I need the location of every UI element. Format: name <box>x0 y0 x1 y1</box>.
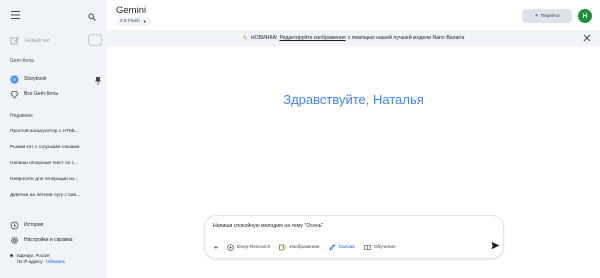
history-icon <box>10 221 19 229</box>
tool-image[interactable]: Изображение <box>279 244 320 251</box>
image-banana-icon <box>279 244 286 250</box>
gear-icon <box>11 236 18 244</box>
prompt-composer[interactable]: Напиши спокойную мелодию на тему "Осень"… <box>204 215 504 259</box>
location-info: Барнаул, Россия По IP-адресу · Обновить <box>10 253 65 265</box>
send-icon[interactable] <box>491 241 500 250</box>
location-update-link[interactable]: Обновить <box>46 259 65 264</box>
add-attachment-icon[interactable]: + <box>211 242 221 252</box>
new-chat-button[interactable] <box>88 34 102 46</box>
tool-learning[interactable]: Обучение <box>364 244 396 251</box>
tool-deep-research[interactable]: Deep Research <box>227 243 271 251</box>
sidebar-item-label: Все Gem-боты <box>24 91 58 97</box>
chevron-down-icon: ▼ <box>142 19 147 24</box>
gems-section-title: Gem-боты <box>10 58 34 64</box>
recent-chat-item[interactable]: Рыжий кот с голубыми глазами <box>10 145 102 150</box>
recent-section-title: Недавнее <box>10 113 33 119</box>
sparkle-icon: ✦ <box>534 13 539 19</box>
location-source: По IP-адресу <box>17 259 43 264</box>
sidebar-item-label: Storybook <box>24 76 47 82</box>
tool-label: Обучение <box>373 244 396 250</box>
banana-icon: ✎ <box>242 35 248 42</box>
location-city: Барнаул, Россия <box>17 253 50 258</box>
sidebar-item-label: Настройки и справка <box>24 237 73 243</box>
banner-prefix: НОВИНКА! <box>250 35 278 41</box>
canvas-icon <box>329 244 336 251</box>
search-icon[interactable] <box>88 8 102 22</box>
deep-research-icon <box>227 243 234 251</box>
sidebar-item-storybook[interactable]: Storybook <box>10 73 102 85</box>
greeting: Здравствуйте, Наталья <box>283 92 424 107</box>
upgrade-label: Перейти <box>540 13 560 19</box>
sidebar-item-settings[interactable]: Настройки и справка <box>10 234 102 246</box>
recent-chat-item[interactable]: Девочка на летнем лугу с баб... <box>10 193 102 198</box>
app-title: Gemini <box>116 5 147 16</box>
promo-banner: ✎ НОВИНКА! Редактируйте изображения с по… <box>107 30 600 46</box>
composer-tools: + Deep Research Изображение Canvas Обуче… <box>211 241 405 253</box>
main-area: Gemini 2.5 Flash ▼ ✦ Перейти Н ✎ НОВИНКА… <box>107 0 600 278</box>
model-selector[interactable]: 2.5 Flash ▼ <box>116 17 151 26</box>
tool-label: Deep Research <box>237 244 271 250</box>
banner-suffix: с помощью нашей лучшей модели Nano Banan… <box>347 35 465 41</box>
prompt-input[interactable]: Напиши спокойную мелодию на тему "Осень" <box>213 223 323 229</box>
new-chat-label: Новый чат <box>25 38 51 44</box>
avatar[interactable]: Н <box>578 9 592 23</box>
gems-icon <box>10 90 19 99</box>
close-icon[interactable] <box>583 34 591 42</box>
sidebar-item-label: История <box>24 222 44 228</box>
menu-icon[interactable] <box>8 8 22 22</box>
banner-link[interactable]: Редактируйте изображения <box>279 35 345 41</box>
learning-icon <box>364 244 371 250</box>
sidebar-item-all-gems[interactable]: Все Gem-боты <box>10 88 102 100</box>
tool-canvas[interactable]: Canvas <box>329 244 355 251</box>
storybook-gem-icon <box>10 75 19 83</box>
tool-label: Canvas <box>338 244 355 250</box>
location-dot-icon <box>10 254 13 258</box>
sidebar: Новый чат Gem-боты Storybook Все Gem-бот… <box>0 0 107 278</box>
pin-icon[interactable] <box>95 77 101 85</box>
upgrade-button[interactable]: ✦ Перейти <box>522 9 572 23</box>
sidebar-item-history[interactable]: История <box>10 219 102 231</box>
edit-icon <box>10 36 20 45</box>
tool-label: Изображение <box>289 244 320 250</box>
recent-chat-item[interactable]: Напиши обзорный текст по с... <box>10 161 102 166</box>
model-name: 2.5 Flash <box>120 19 140 24</box>
recent-chat-item[interactable]: Нейросети для генерации из... <box>10 177 102 182</box>
recent-chat-item[interactable]: Простой калькулятор с HTML... <box>10 129 102 134</box>
